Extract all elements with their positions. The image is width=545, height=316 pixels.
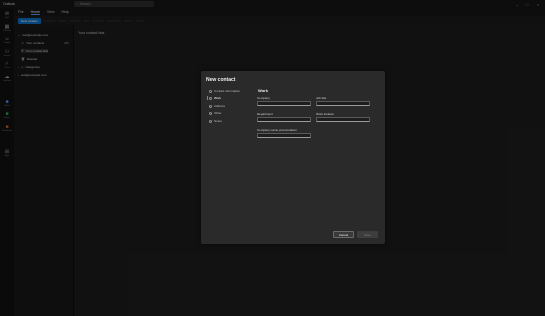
company-label: Company — [257, 96, 270, 100]
address-icon — [209, 104, 212, 108]
job-title-input[interactable] — [316, 101, 370, 106]
notes-icon — [209, 119, 212, 123]
work-location-input[interactable] — [316, 117, 370, 122]
nav-address[interactable]: Address — [209, 104, 225, 108]
dialog-title: New contact — [206, 77, 236, 83]
job-title-label: Job title — [316, 96, 327, 100]
new-contact-dialog: New contact Contact information Work Add… — [201, 71, 385, 244]
contact-info-icon — [209, 89, 212, 93]
company-pronunciation-input[interactable] — [257, 133, 311, 138]
work-location-label: Work location — [316, 112, 335, 116]
selection-indicator — [207, 96, 208, 100]
other-icon — [209, 111, 212, 115]
work-icon — [209, 96, 212, 100]
nav-contact-information[interactable]: Contact information — [209, 89, 240, 93]
department-label: Department — [257, 112, 273, 116]
company-input[interactable] — [257, 101, 311, 106]
save-button[interactable]: Save — [357, 231, 378, 238]
cancel-button[interactable]: Cancel — [333, 231, 354, 238]
nav-work[interactable]: Work — [207, 96, 221, 100]
department-input[interactable] — [257, 117, 311, 122]
nav-notes[interactable]: Notes — [209, 119, 222, 123]
company-pronunciation-label: Company name pronunciation — [257, 128, 298, 132]
section-title: Work — [258, 88, 268, 93]
nav-other[interactable]: Other — [209, 111, 222, 115]
